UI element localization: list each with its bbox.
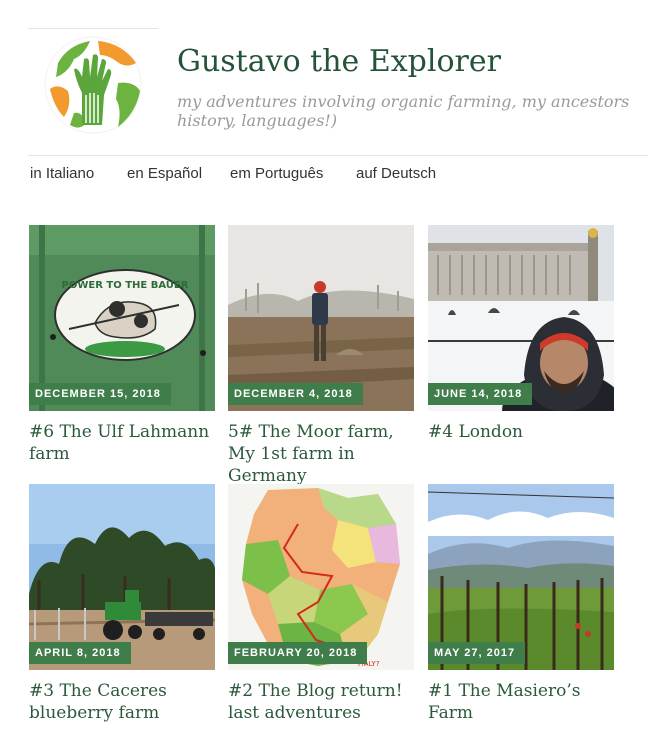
post-thumbnail[interactable]: MAY 27, 2017	[428, 484, 614, 670]
site-tagline: my adventures involving organic farming,…	[177, 92, 630, 130]
site-logo[interactable]	[28, 28, 158, 139]
post-title-link[interactable]: #6 The Ulf Lahmann farm	[29, 421, 219, 465]
post-date-badge: DECEMBER 15, 2018	[29, 383, 171, 405]
post-title-link[interactable]: 5# The Moor farm, My 1st farm in Germany	[228, 421, 418, 487]
post-thumbnail[interactable]: JUNE 14, 2018	[428, 225, 614, 411]
sign-text: POWER TO THE BAUER	[62, 280, 189, 291]
post-date-badge: FEBRUARY 20, 2018	[228, 642, 368, 664]
post-date-badge: APRIL 8, 2018	[29, 642, 131, 664]
site-header: Gustavo the Explorer my adventures invol…	[0, 0, 648, 156]
nav-link-deutsch[interactable]: auf Deutsch	[356, 165, 436, 182]
globe-hand-logo-icon	[44, 36, 142, 134]
post-thumbnail[interactable]: ITALY? FEBRUARY 20, 2018	[228, 484, 414, 670]
nav-link-espanol[interactable]: en Español	[127, 165, 202, 182]
post-title-link[interactable]: #1 The Masiero’s Farm	[428, 680, 618, 724]
post-thumbnail[interactable]: APRIL 8, 2018	[29, 484, 215, 670]
nav-link-italiano[interactable]: in Italiano	[30, 165, 94, 182]
post-thumbnail[interactable]: DECEMBER 4, 2018	[228, 225, 414, 411]
post-title-link[interactable]: #2 The Blog return! last adventures	[228, 680, 418, 724]
post-thumbnail[interactable]: POWER TO THE BAUER DECEMBER 15, 2018	[29, 225, 215, 411]
site-title[interactable]: Gustavo the Explorer	[177, 44, 501, 79]
post-title-link[interactable]: #3 The Caceres blueberry farm	[29, 680, 219, 724]
post-title-link[interactable]: #4 London	[428, 421, 618, 443]
nav-link-portugues[interactable]: em Português	[230, 165, 323, 182]
post-date-badge: JUNE 14, 2018	[428, 383, 533, 405]
post-date-badge: DECEMBER 4, 2018	[228, 383, 363, 405]
header-divider	[28, 155, 648, 156]
post-date-badge: MAY 27, 2017	[428, 642, 526, 664]
